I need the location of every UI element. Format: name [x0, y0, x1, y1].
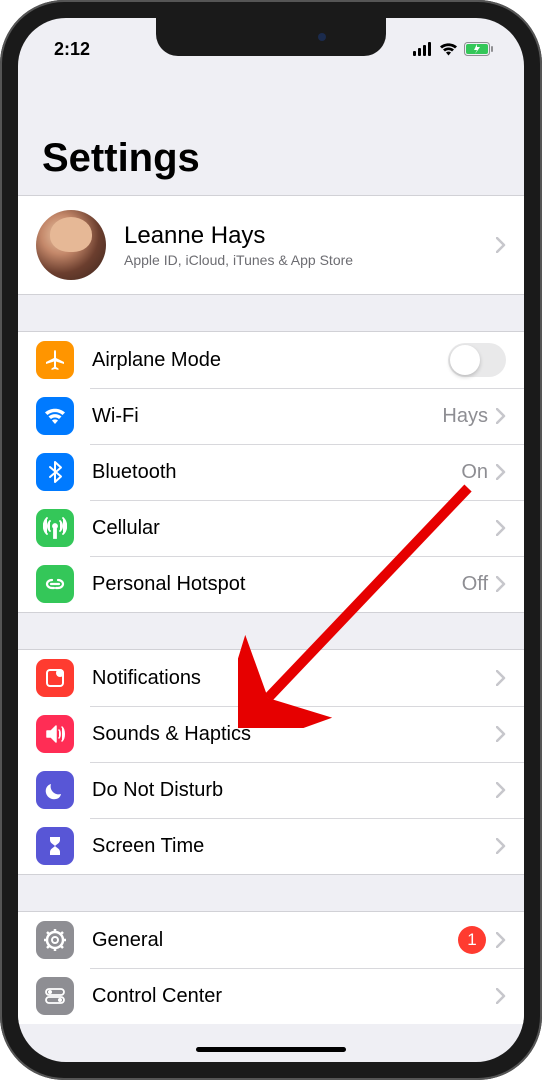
control-center-row[interactable]: Control Center [18, 968, 524, 1024]
row-label: Personal Hotspot [92, 573, 462, 596]
notifications-group: Notifications Sounds & Haptics Do Not Di… [18, 649, 524, 875]
status-right [413, 42, 494, 56]
row-label: Do Not Disturb [92, 779, 496, 802]
row-label: Wi-Fi [92, 405, 442, 428]
row-label: Notifications [92, 667, 496, 690]
chevron-right-icon [496, 782, 506, 798]
chevron-right-icon [496, 576, 506, 592]
row-value: On [461, 461, 488, 484]
row-label: Screen Time [92, 835, 496, 858]
airplane-icon [36, 341, 74, 379]
hourglass-icon [36, 827, 74, 865]
cellular-signal-icon [413, 42, 433, 56]
connectivity-group: Airplane Mode Wi-Fi Hays Bluetooth On [18, 331, 524, 613]
notch [156, 18, 386, 56]
row-label: Bluetooth [92, 461, 461, 484]
chevron-right-icon [496, 726, 506, 742]
chevron-right-icon [496, 670, 506, 686]
general-group: General 1 Control Center [18, 911, 524, 1024]
chevron-right-icon [496, 464, 506, 480]
notification-icon [36, 659, 74, 697]
chevron-right-icon [496, 932, 506, 948]
sounds-row[interactable]: Sounds & Haptics [18, 706, 524, 762]
airplane-mode-toggle[interactable] [448, 343, 506, 377]
link-icon [36, 565, 74, 603]
profile-subtitle: Apple ID, iCloud, iTunes & App Store [124, 252, 496, 268]
screentime-row[interactable]: Screen Time [18, 818, 524, 874]
notifications-row[interactable]: Notifications [18, 650, 524, 706]
page-title: Settings [18, 66, 524, 195]
dnd-row[interactable]: Do Not Disturb [18, 762, 524, 818]
badge: 1 [458, 926, 486, 954]
wifi-icon [36, 397, 74, 435]
phone-frame: 2:12 Settings Leanne Hays Ap [0, 0, 542, 1080]
battery-icon [464, 42, 494, 56]
apple-id-row[interactable]: Leanne Hays Apple ID, iCloud, iTunes & A… [18, 196, 524, 294]
row-label: Sounds & Haptics [92, 723, 496, 746]
airplane-mode-row[interactable]: Airplane Mode [18, 332, 524, 388]
general-row[interactable]: General 1 [18, 912, 524, 968]
home-indicator[interactable] [196, 1047, 346, 1052]
hotspot-row[interactable]: Personal Hotspot Off [18, 556, 524, 612]
row-value: Off [462, 573, 488, 596]
speaker-icon [36, 715, 74, 753]
chevron-right-icon [496, 988, 506, 1004]
row-label: General [92, 929, 458, 952]
profile-name: Leanne Hays [124, 222, 496, 250]
cellular-row[interactable]: Cellular [18, 500, 524, 556]
status-time: 2:12 [54, 39, 90, 60]
gear-icon [36, 921, 74, 959]
bluetooth-icon [36, 453, 74, 491]
chevron-right-icon [496, 408, 506, 424]
row-label: Cellular [92, 517, 496, 540]
antenna-icon [36, 509, 74, 547]
row-label: Control Center [92, 985, 496, 1008]
chevron-right-icon [496, 838, 506, 854]
bluetooth-row[interactable]: Bluetooth On [18, 444, 524, 500]
avatar [36, 210, 106, 280]
switches-icon [36, 977, 74, 1015]
moon-icon [36, 771, 74, 809]
profile-group: Leanne Hays Apple ID, iCloud, iTunes & A… [18, 195, 524, 295]
chevron-right-icon [496, 237, 506, 253]
wifi-row[interactable]: Wi-Fi Hays [18, 388, 524, 444]
screen: 2:12 Settings Leanne Hays Ap [18, 18, 524, 1062]
wifi-status-icon [439, 42, 458, 56]
row-value: Hays [442, 405, 488, 428]
chevron-right-icon [496, 520, 506, 536]
row-label: Airplane Mode [92, 349, 448, 372]
